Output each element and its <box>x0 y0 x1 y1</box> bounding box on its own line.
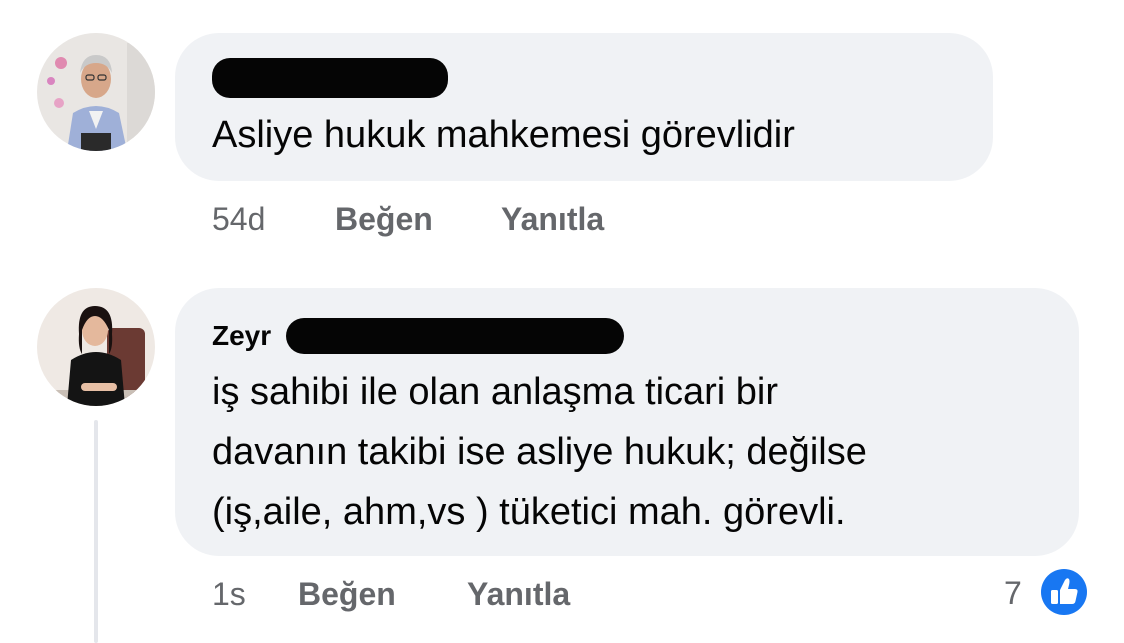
comment-timestamp[interactable]: 54d <box>212 201 265 238</box>
comment-timestamp[interactable]: 1s <box>212 576 246 613</box>
comments-section: Asliye hukuk mahkemesi görevlidir 54d Be… <box>0 0 1124 643</box>
like-button[interactable]: Beğen <box>335 201 433 238</box>
comment-text-line: iş sahibi ile olan anlaşma ticari bir <box>212 371 779 413</box>
redacted-name <box>212 58 448 98</box>
commenter-avatar-male[interactable] <box>37 33 155 151</box>
like-button[interactable]: Beğen <box>298 576 396 613</box>
reply-button[interactable]: Yanıtla <box>501 201 604 238</box>
reply-button[interactable]: Yanıtla <box>467 576 570 613</box>
redacted-name <box>286 318 624 354</box>
comment-text-line: davanın takibi ise asliye hukuk; değilse <box>212 431 867 473</box>
comment-text: iş sahibi ile olan anlaşma ticari bir da… <box>212 362 867 542</box>
commenter-avatar-female[interactable] <box>37 288 155 406</box>
reply-thread-line <box>94 420 98 643</box>
comment-text-line: (iş,aile, ahm,vs ) tüketici mah. görevli… <box>212 491 846 533</box>
comment-author[interactable]: Zeyr <box>212 320 271 352</box>
reaction-count[interactable]: 7 <box>1004 575 1022 612</box>
comment-text: Asliye hukuk mahkemesi görevlidir <box>212 114 795 156</box>
like-thumbs-up-icon[interactable] <box>1039 567 1089 617</box>
